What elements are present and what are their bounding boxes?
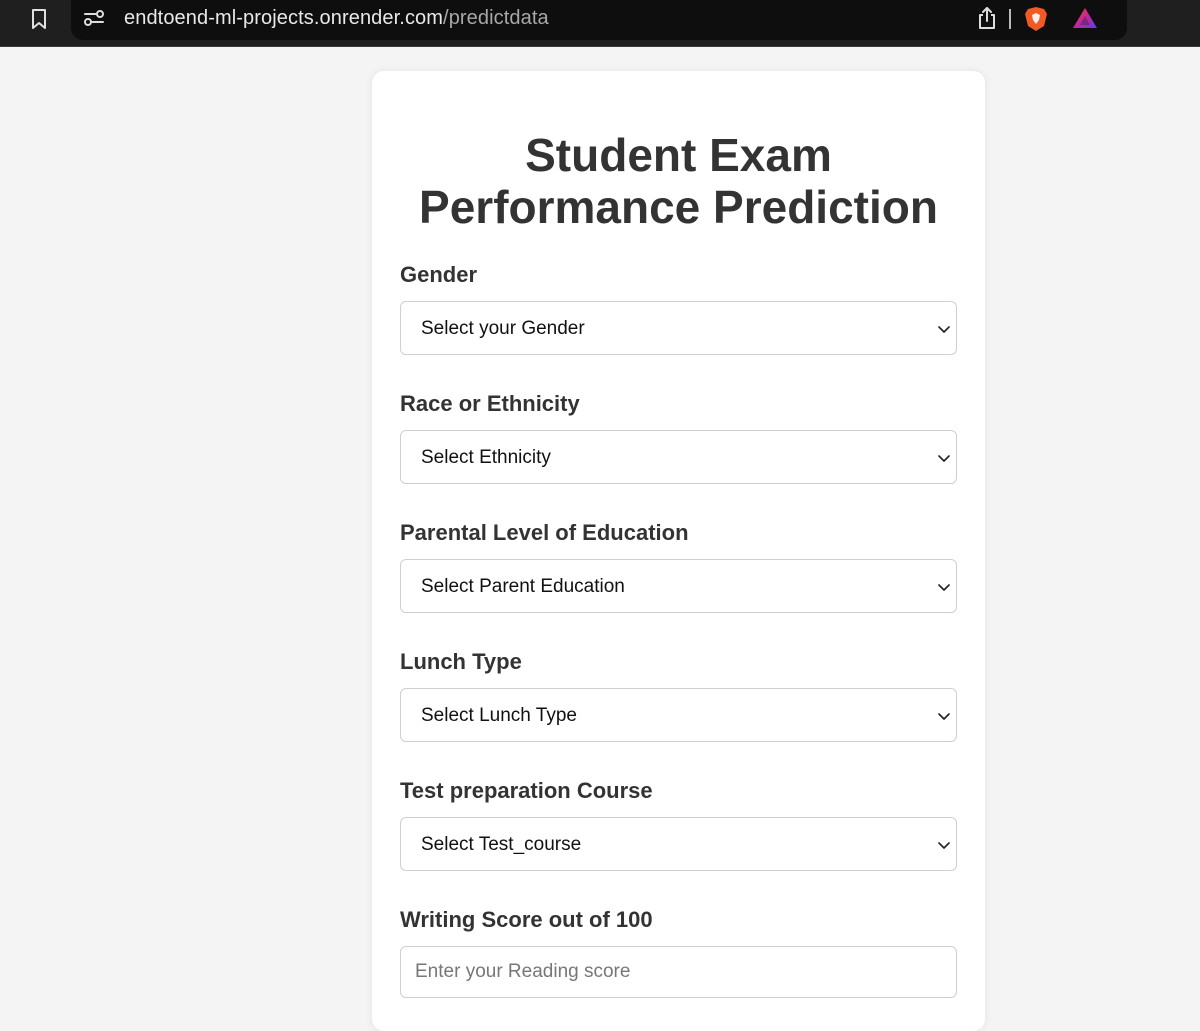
gender-label: Gender xyxy=(400,262,478,287)
lunch-label: Lunch Type xyxy=(400,649,522,674)
address-bar[interactable]: endtoend-ml-projects.onrender.com/predic… xyxy=(71,0,1127,40)
test-prep-select[interactable]: Select Test_course xyxy=(400,817,957,871)
gender-select[interactable]: Select your Gender xyxy=(400,301,957,355)
chevron-down-icon xyxy=(938,584,950,591)
page-title-line2: Performance Prediction xyxy=(419,181,938,233)
prediction-form-card: Student Exam Performance Prediction Gend… xyxy=(372,71,985,1031)
brave-shields-icon[interactable] xyxy=(1024,6,1048,32)
ethnicity-select[interactable]: Select Ethnicity xyxy=(400,430,957,484)
chevron-down-icon xyxy=(938,326,950,333)
parental-education-select[interactable]: Select Parent Education xyxy=(400,559,957,613)
writing-score-input[interactable] xyxy=(400,946,957,998)
page-title-line1: Student Exam xyxy=(525,129,832,181)
test-prep-selected-value: Select Test_course xyxy=(421,834,582,855)
url-path: /predictdata xyxy=(443,7,549,29)
parental-education-selected-value: Select Parent Education xyxy=(421,576,625,597)
brave-rewards-icon[interactable] xyxy=(1071,6,1099,30)
chevron-down-icon xyxy=(938,455,950,462)
bookmark-icon[interactable] xyxy=(29,8,49,30)
chevron-down-icon xyxy=(938,713,950,720)
browser-toolbar: endtoend-ml-projects.onrender.com/predic… xyxy=(0,0,1200,47)
ethnicity-label: Race or Ethnicity xyxy=(400,391,580,416)
url-domain: endtoend-ml-projects.onrender.com xyxy=(124,7,444,29)
writing-score-label: Writing Score out of 100 xyxy=(400,907,653,932)
site-settings-icon[interactable] xyxy=(83,8,105,28)
gender-selected-value: Select your Gender xyxy=(421,318,585,339)
lunch-selected-value: Select Lunch Type xyxy=(421,705,577,726)
test-prep-label: Test preparation Course xyxy=(400,778,653,803)
share-icon[interactable] xyxy=(977,6,997,30)
toolbar-divider xyxy=(1009,9,1011,29)
lunch-select[interactable]: Select Lunch Type xyxy=(400,688,957,742)
ethnicity-selected-value: Select Ethnicity xyxy=(421,447,551,468)
parental-education-label: Parental Level of Education xyxy=(400,520,689,545)
url-text[interactable]: endtoend-ml-projects.onrender.com/predic… xyxy=(124,6,549,30)
page-title: Student Exam Performance Prediction xyxy=(372,129,985,233)
chevron-down-icon xyxy=(938,842,950,849)
